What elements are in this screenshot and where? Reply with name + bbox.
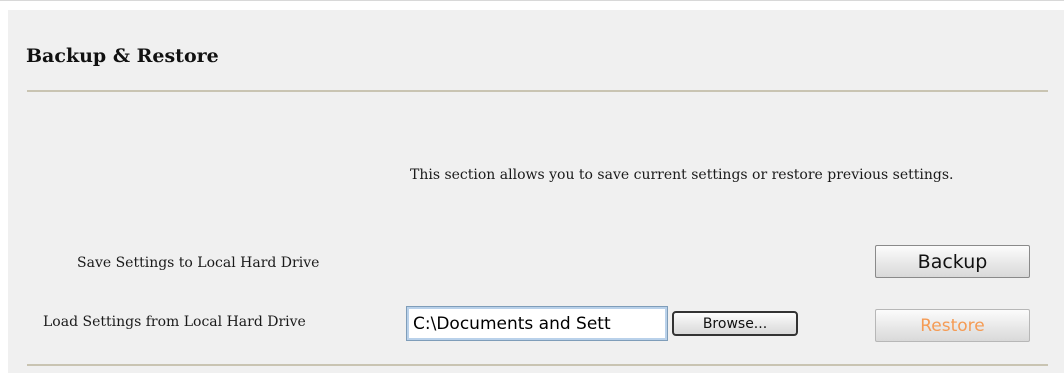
page-frame: Backup & Restore This section allows you…: [0, 0, 1064, 373]
bottom-divider: [27, 364, 1048, 366]
save-settings-label: Save Settings to Local Hard Drive: [77, 255, 320, 271]
settings-file-path-input[interactable]: [406, 306, 668, 341]
page-title: Backup & Restore: [26, 45, 219, 67]
browse-button[interactable]: Browse...: [672, 311, 798, 336]
backup-button[interactable]: Backup: [875, 245, 1030, 278]
section-description: This section allows you to save current …: [410, 167, 954, 183]
restore-button[interactable]: Restore: [875, 309, 1030, 342]
title-divider: [27, 90, 1048, 92]
load-settings-label: Load Settings from Local Hard Drive: [43, 314, 306, 330]
